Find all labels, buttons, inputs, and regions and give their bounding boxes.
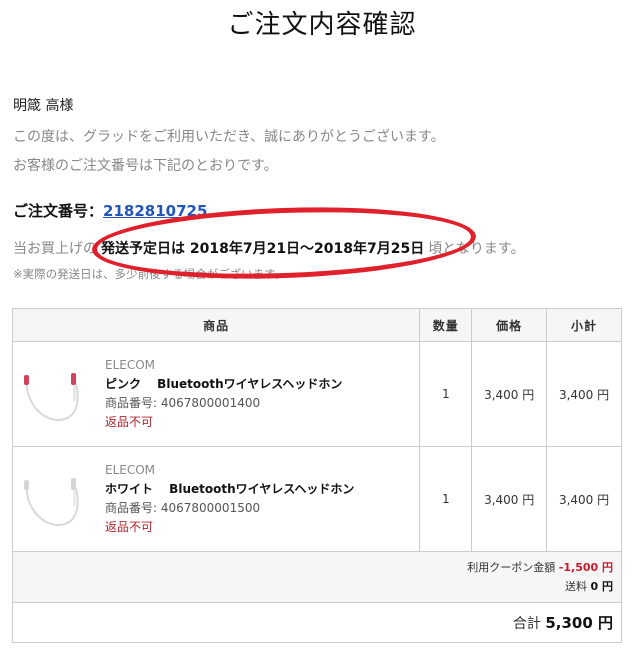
greeting-line-2: お客様のご注文番号は下記のとおりです。 [13, 158, 278, 174]
summary-row: 利用クーポン金額 -1,500 円 送料 0 円 [12, 551, 622, 603]
item-price: 3,400 円 [471, 341, 548, 447]
no-return-label: 返品不可 [105, 415, 154, 429]
product-brand: ELECOM [105, 358, 156, 372]
greeting-line-1: この度は、グラッドをご利用いただき、誠にありがとうございます。 [13, 129, 445, 145]
shipping-note: ※実際の発送日は、多少前後する場合がございます。 [13, 267, 286, 281]
table-header-row: 商品 数量 価格 小計 [11, 308, 622, 342]
total-row: 合計 5,300 円 [12, 602, 622, 643]
shipping-prefix: 当お買上げの [13, 241, 97, 257]
item-price: 3,400 円 [471, 446, 548, 552]
item-qty: 1 [419, 446, 473, 552]
no-return-label: 返品不可 [105, 520, 154, 534]
customer-name: 明箴 高様 [13, 98, 74, 114]
header-price: 価格 [471, 308, 548, 342]
shipping-suffix: 頃となります。 [428, 241, 525, 257]
page-title: ご注文内容確認 [227, 10, 417, 40]
table-row: ELECOM ホワイト Bluetoothワイヤレスヘッドホン 商品番号: 40… [11, 446, 622, 552]
coupon-line: 利用クーポン金額 -1,500 円 [21, 558, 613, 577]
header-subtotal: 小計 [546, 308, 622, 342]
order-items-table: 商品 数量 価格 小計 ELECOM ピンク Bluetoothワイヤレスヘッド… [11, 308, 622, 643]
product-name[interactable]: ホワイト Bluetoothワイヤレスヘッドホン [105, 480, 354, 499]
total-label: 合計 [512, 616, 541, 632]
order-number-link[interactable]: 2182810725 [103, 202, 207, 220]
order-number-label: ご注文番号： [13, 202, 104, 220]
header-product: 商品 [11, 308, 421, 342]
shipping-date-row: 当お買上げの 発送予定日は 2018年7月21日〜2018年7月25日 頃となります… [13, 238, 524, 258]
product-code: 商品番号: 4067800001500 [105, 501, 261, 515]
item-subtotal: 3,400 円 [546, 341, 622, 447]
header-qty: 数量 [419, 308, 473, 342]
product-brand: ELECOM [105, 463, 156, 477]
shipping-fee-label: 送料 [565, 580, 588, 593]
product-block: ELECOM ピンク Bluetoothワイヤレスヘッドホン 商品番号: 406… [13, 342, 419, 446]
product-name[interactable]: ピンク Bluetoothワイヤレスヘッドホン [105, 375, 342, 394]
coupon-value: -1,500 円 [558, 561, 613, 574]
item-subtotal: 3,400 円 [546, 446, 622, 552]
headphone-white-image[interactable] [19, 464, 99, 534]
coupon-label: 利用クーポン金額 [467, 561, 556, 574]
shipping-fee-line: 送料 0 円 [21, 577, 613, 596]
product-block: ELECOM ホワイト Bluetoothワイヤレスヘッドホン 商品番号: 40… [13, 447, 419, 551]
product-code: 商品番号: 4067800001400 [105, 396, 261, 410]
shipping-fee-value: 0 円 [590, 580, 613, 593]
order-number-row: ご注文番号：2182810725 [13, 200, 207, 221]
item-qty: 1 [419, 341, 473, 447]
table-row: ELECOM ピンク Bluetoothワイヤレスヘッドホン 商品番号: 406… [11, 341, 622, 447]
shipping-date-highlight: 発送予定日は 2018年7月21日〜2018年7月25日 [101, 241, 425, 257]
headphone-pink-image[interactable] [19, 359, 99, 429]
total-value: 5,300 円 [545, 614, 613, 632]
